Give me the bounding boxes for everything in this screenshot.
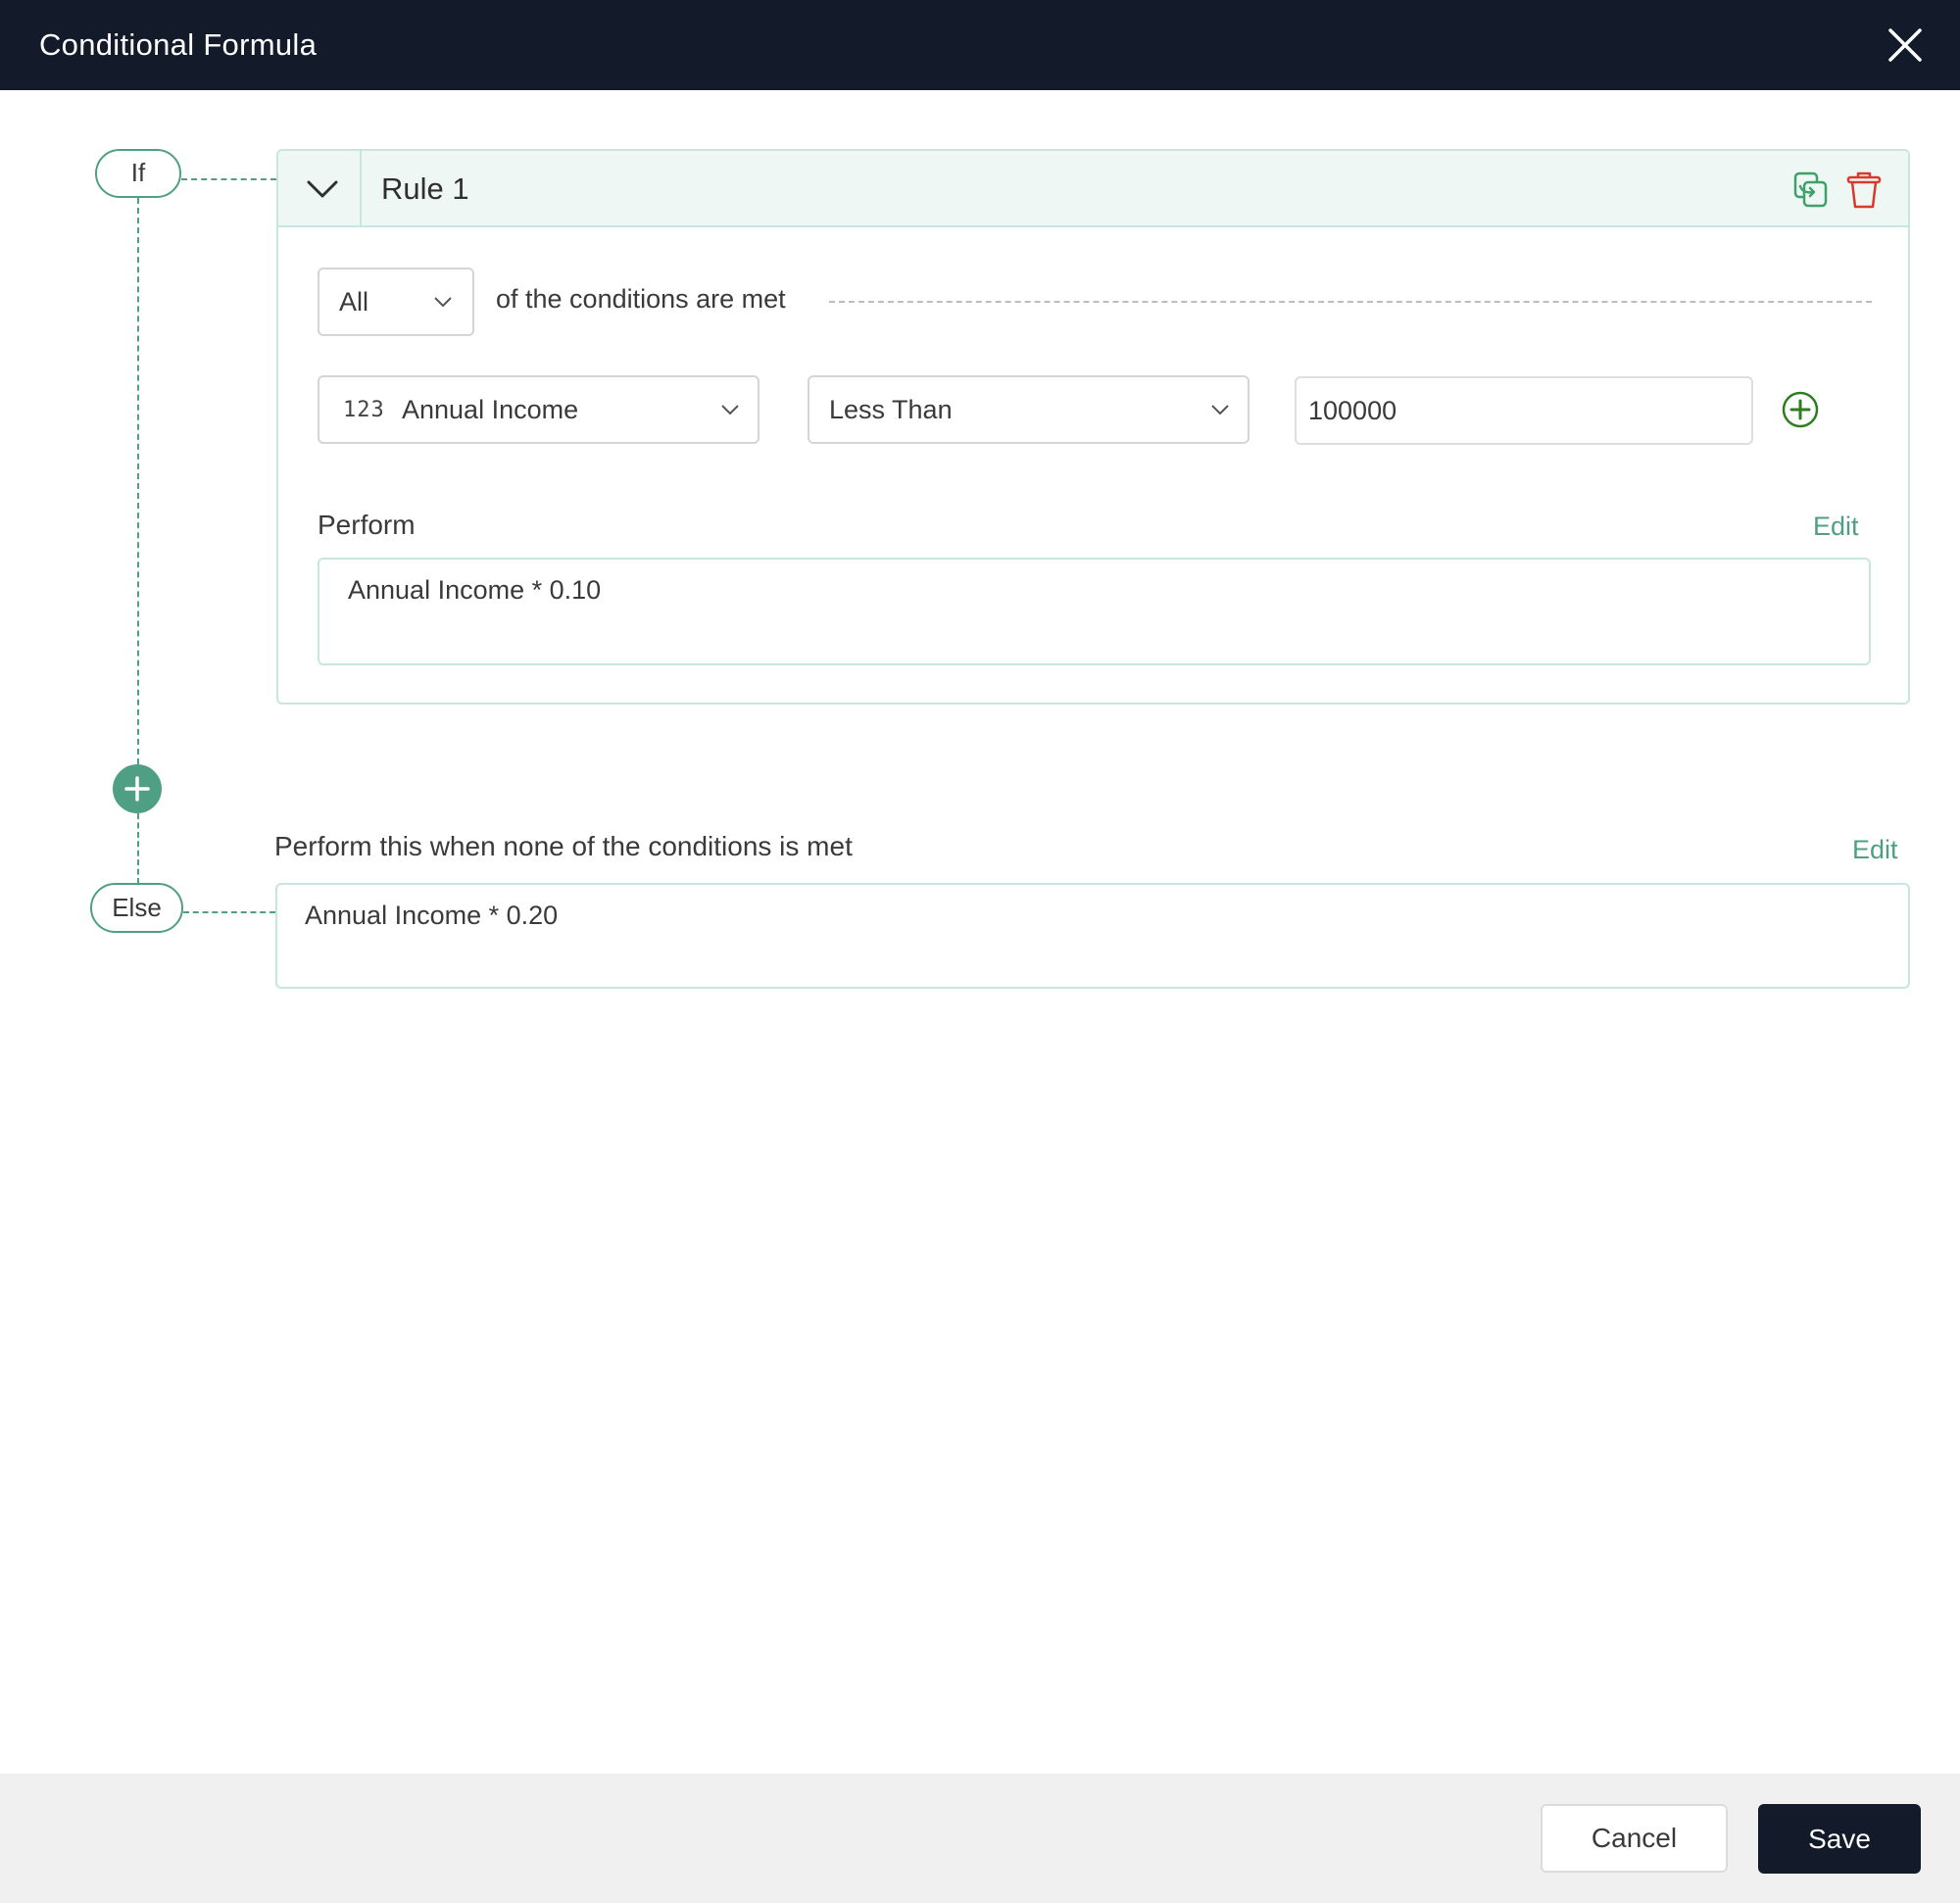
match-type-value: All [339,286,369,317]
rule-card: Rule 1 All of the conditions are met 123… [276,149,1910,705]
chevron-down-icon [1211,405,1229,415]
save-button[interactable]: Save [1758,1804,1921,1874]
perform-formula-box[interactable]: Annual Income * 0.10 [318,558,1871,665]
else-node-label: Else [112,893,162,922]
copy-icon [1793,171,1828,208]
dialog-title: Conditional Formula [39,27,318,62]
condition-operator-select[interactable]: Less Than [808,375,1250,444]
flow-connector-vertical-bottom [137,813,139,884]
if-connector [181,178,276,180]
duplicate-rule-button[interactable] [1791,171,1831,210]
else-label: Perform this when none of the conditions… [274,831,853,861]
delete-rule-button[interactable] [1846,171,1882,210]
rule-header: Rule 1 [278,151,1908,227]
chevron-down-icon [721,405,739,415]
condition-value-input[interactable]: 100000 [1295,376,1753,445]
condition-operator-value: Less Than [829,394,953,424]
else-formula: Annual Income * 0.20 [305,901,559,930]
else-node: Else [90,883,183,933]
condition-field-value: Annual Income [402,394,579,424]
trash-icon [1846,171,1882,209]
close-icon [1888,28,1922,62]
plus-circle-icon [1782,391,1819,428]
else-edit-link[interactable]: Edit [1852,835,1898,865]
condition-field-select[interactable]: 123 Annual Income [318,375,760,444]
if-node: If [95,149,181,198]
perform-edit-link[interactable]: Edit [1813,512,1859,542]
number-type-icon: 123 [343,397,385,422]
perform-formula: Annual Income * 0.10 [348,575,602,605]
match-suffix: of the conditions are met [496,284,786,314]
chevron-down-icon [307,180,338,198]
close-button[interactable] [1886,26,1924,64]
condition-value: 100000 [1308,395,1397,425]
else-connector [183,911,275,913]
rule-title: Rule 1 [381,171,469,206]
add-condition-button[interactable] [1781,390,1820,429]
match-divider [829,301,1872,303]
cancel-button[interactable]: Cancel [1541,1804,1728,1873]
rule-collapse-toggle[interactable] [278,151,362,227]
chevron-down-icon [434,297,452,308]
perform-label: Perform [318,510,416,540]
match-type-select[interactable]: All [318,268,474,336]
if-label: If [130,158,146,187]
dialog-header: Conditional Formula [0,0,1960,90]
else-formula-box[interactable]: Annual Income * 0.20 [275,883,1910,989]
add-rule-button[interactable] [113,764,162,813]
flow-connector-vertical-top [137,198,139,764]
plus-icon [124,776,150,802]
